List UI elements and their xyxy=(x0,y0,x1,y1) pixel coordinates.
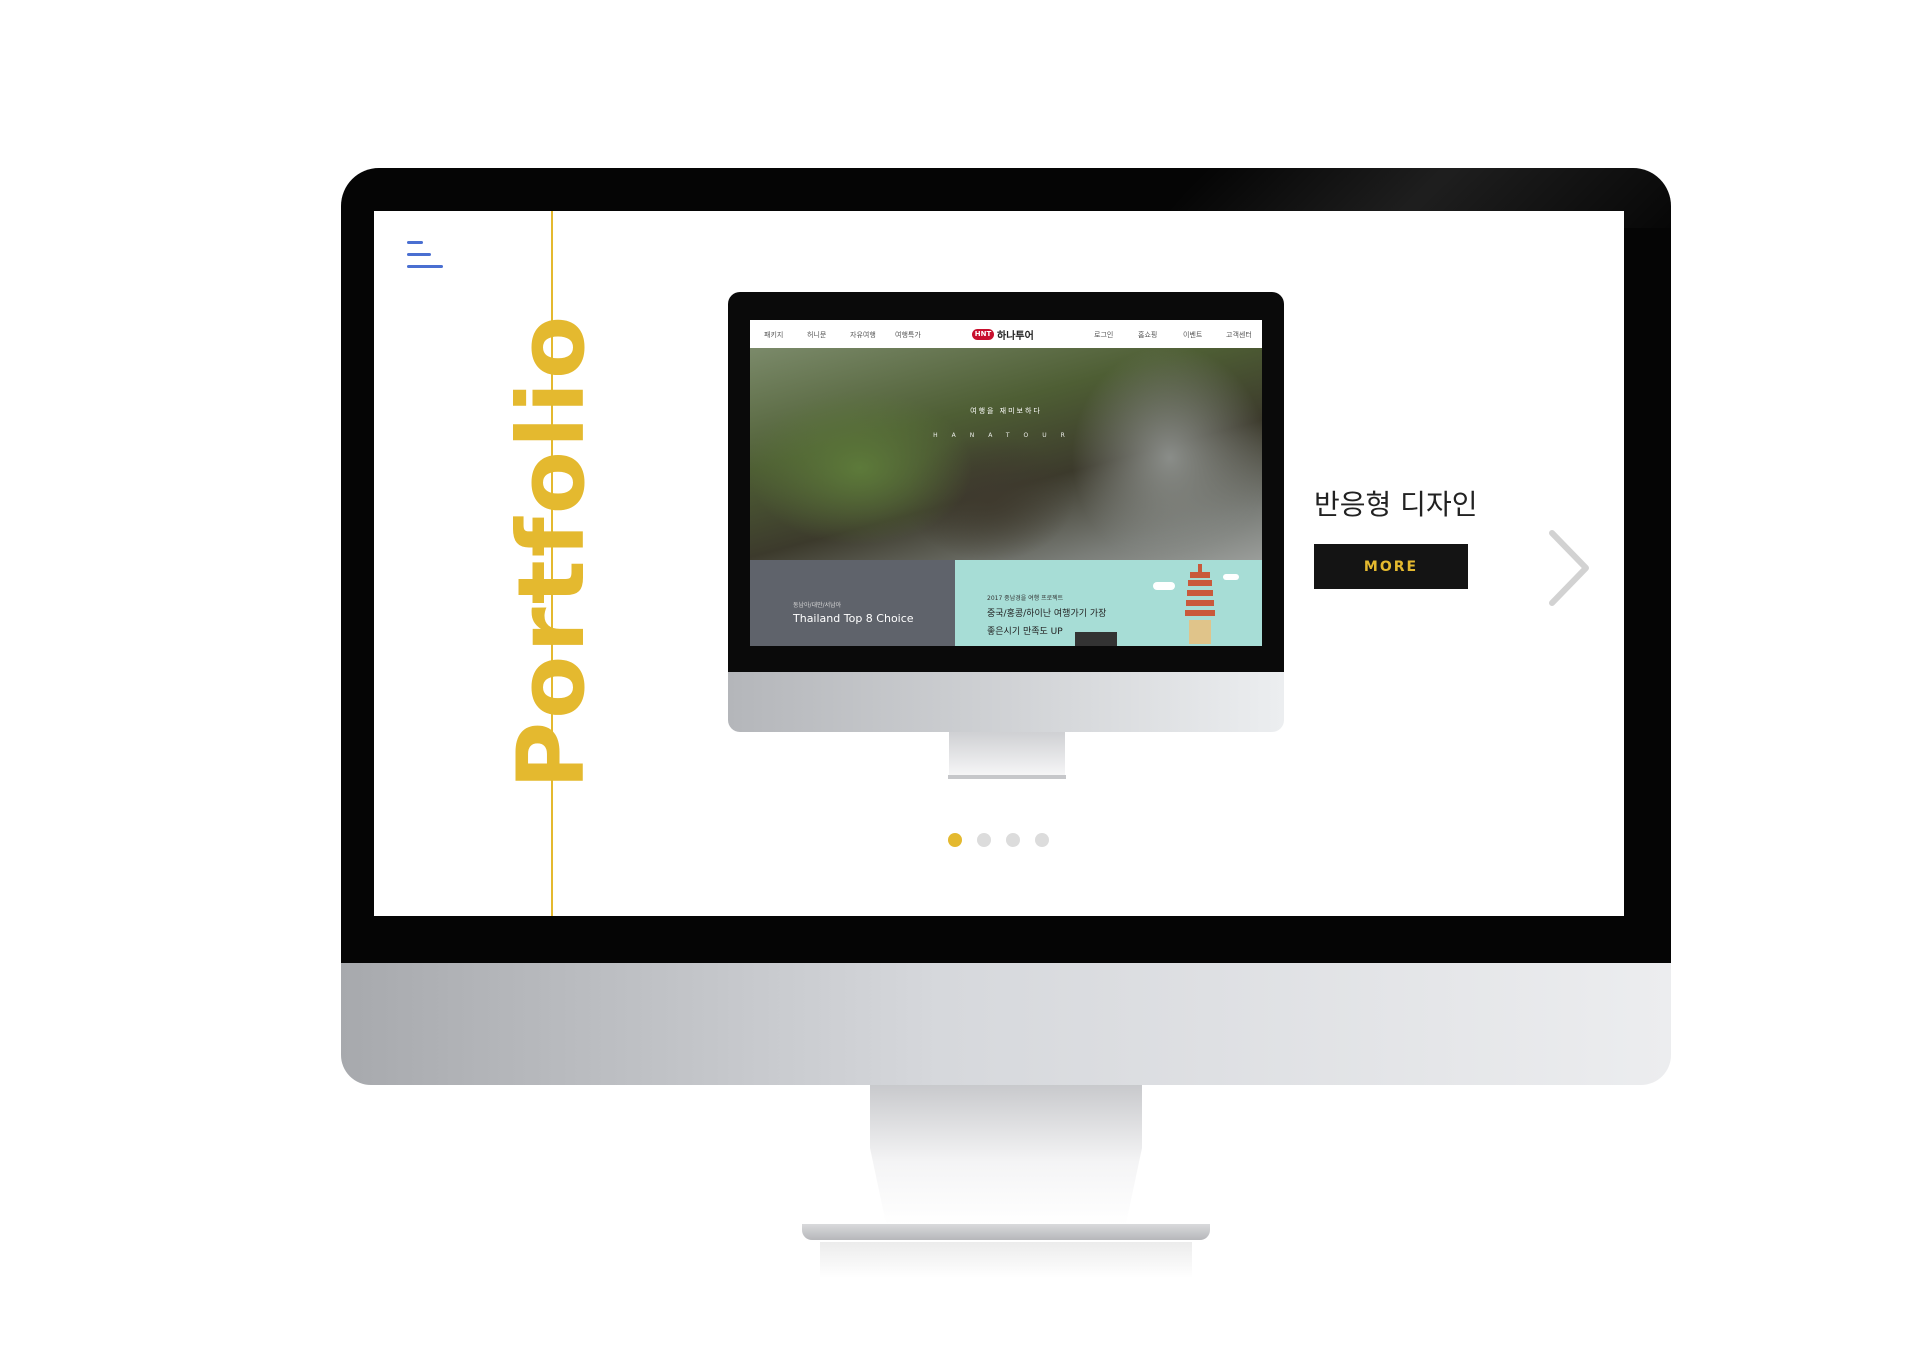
preview-nav-item: 여행특가 xyxy=(895,331,921,339)
imac-stand xyxy=(870,1085,1142,1225)
preview-nav-item: 이벤트 xyxy=(1183,331,1203,339)
hamburger-line xyxy=(407,253,431,256)
preview-nav-item: 자유여행 xyxy=(850,331,876,339)
preview-nav: 패키지 허니문 자유여행 여행특가 HNT 하나투어 로그인 홈쇼핑 이벤트 고… xyxy=(750,320,1262,349)
preview-monitor-chin xyxy=(728,672,1284,732)
cloud-icon xyxy=(1153,582,1175,590)
preview-nav-item: 허니문 xyxy=(807,331,827,339)
preview-hero-image: 여행을 재미보하다 HANATOUR xyxy=(750,348,1262,560)
pager-dot[interactable] xyxy=(948,833,962,847)
preview-monitor-stand xyxy=(949,732,1065,777)
preview-card-subtitle: 좋은시기 만족도 UP xyxy=(987,627,1063,637)
preview-logo-badge: HNT xyxy=(972,328,994,340)
pager-dot[interactable] xyxy=(1006,833,1020,847)
pager-dot[interactable] xyxy=(1035,833,1049,847)
pager-dot[interactable] xyxy=(977,833,991,847)
section-subtitle: 반응형 디자인 xyxy=(1314,488,1478,521)
preview-card-category: 2017 중남경을 여행 프로젝트 xyxy=(987,595,1064,602)
preview-nav-item: 패키지 xyxy=(764,331,784,339)
page-title: Portfolio xyxy=(498,312,605,790)
hamburger-icon[interactable] xyxy=(407,241,443,271)
preview-hero-subtitle: HANATOUR xyxy=(933,432,1079,439)
chevron-right-icon[interactable] xyxy=(1546,529,1594,607)
preview-nav-item: 홈쇼핑 xyxy=(1138,331,1158,339)
preview-card-thailand: 동남아/대만/서남아 Thailand Top 8 Choice xyxy=(750,560,955,646)
preview-logo: HNT 하나투어 xyxy=(972,327,1034,342)
pagoda-icon xyxy=(1185,564,1215,644)
preview-screen[interactable]: 패키지 허니문 자유여행 여행특가 HNT 하나투어 로그인 홈쇼핑 이벤트 고… xyxy=(750,320,1262,646)
imac-reflection xyxy=(820,1242,1192,1278)
pagination xyxy=(948,833,1049,849)
preview-card-title: 중국/홍콩/하이난 여행가기 가장 xyxy=(987,609,1107,619)
preview-hero-title: 여행을 재미보하다 xyxy=(970,407,1042,415)
hamburger-line xyxy=(407,241,423,244)
preview-monitor-foot xyxy=(948,775,1066,779)
more-button[interactable]: MORE xyxy=(1314,544,1468,589)
imac-chin xyxy=(341,963,1671,1085)
hamburger-line xyxy=(407,265,443,268)
cloud-icon xyxy=(1223,574,1239,580)
preview-card-title: Thailand Top 8 Choice xyxy=(793,612,914,625)
preview-card-button xyxy=(1075,632,1117,646)
preview-card-category: 동남아/대만/서남아 xyxy=(793,602,842,609)
preview-logo-text: 하나투어 xyxy=(997,330,1034,342)
preview-card-china: 2017 중남경을 여행 프로젝트 중국/홍콩/하이난 여행가기 가장 좋은시기… xyxy=(955,560,1262,646)
imac-foot xyxy=(802,1224,1210,1240)
preview-nav-item: 로그인 xyxy=(1094,331,1114,339)
preview-nav-item: 고객센터 xyxy=(1226,331,1252,339)
screen: Portfolio 패키지 허니문 자유여행 여행특가 HNT 하나투어 로그인… xyxy=(374,211,1624,916)
